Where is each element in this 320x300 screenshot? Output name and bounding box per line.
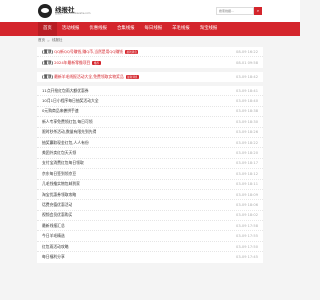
item-date: 03-09 18:17 — [236, 161, 258, 166]
pin-tag: [置顶] — [42, 74, 54, 80]
item-title-wrap: [置顶] QQ新QQ号赚钱,赚Q币,当然是用QQ赚钱 最新消息 — [42, 48, 139, 55]
item-date: 08-09 16:22 — [236, 49, 258, 54]
item-title: 2024年最新零撸项目 — [54, 59, 91, 65]
item-date: 03-09 17:50 — [236, 244, 258, 249]
item-title-wrap: [置顶] 最新羊毛线报活动大全,免费领取实物奖品 最新消息 — [42, 74, 140, 80]
item-title: 11点开抢红包雨大额优惠券 — [42, 87, 89, 93]
nav-item-taobao[interactable]: 淘宝线报 — [195, 22, 223, 36]
item-date: 03-09 18:42 — [236, 75, 258, 80]
new-badge: 最新消息 — [124, 49, 139, 54]
site-logo[interactable]: 线报社 线报社 www.xianbaoshe.com — [38, 4, 91, 18]
item-title: 几毛钱撸实物包邮到家 — [42, 181, 80, 187]
breadcrumb: 首页 > 线报社 — [0, 36, 300, 45]
new-badge: 最新消息 — [125, 75, 140, 80]
list-item[interactable]: 0元购商品来袭拼手速 03-09 18:38 — [37, 107, 263, 118]
item-title: 淘宝优惠券领取攻略 — [42, 191, 77, 197]
logo-text: 线报社 线报社 www.xianbaoshe.com — [55, 6, 91, 16]
item-title: 今日羊毛精选 — [42, 233, 65, 239]
list-item[interactable]: 10月1日小程序每日抽奖活动大全 03-09 18:40 — [37, 96, 263, 107]
new-badge: 推荐 — [92, 60, 101, 65]
item-date: 03-09 18:38 — [236, 109, 258, 114]
list-item[interactable]: 今日羊毛精选 03-09 17:55 — [37, 231, 263, 242]
pin-tag: [置顶] — [42, 59, 54, 65]
list-item[interactable]: 支付宝消费红包每日领取 03-09 18:17 — [37, 159, 263, 170]
search-icon: ⌕ — [256, 8, 260, 13]
search-input[interactable] — [216, 7, 254, 15]
pin-tag: [置顶] — [42, 48, 54, 54]
item-date: 03-09 18:30 — [236, 119, 258, 124]
search-button[interactable]: ⌕ — [254, 7, 262, 15]
item-date: 03-09 18:26 — [236, 130, 258, 135]
nav-item-wool[interactable]: 羊毛线报 — [167, 22, 195, 36]
list-item[interactable]: [置顶] 最新羊毛线报活动大全,免费领取实物奖品 最新消息 03-09 18:42 — [37, 72, 263, 82]
nav-item-activity[interactable]: 活动线报 — [57, 22, 85, 36]
pinned-list-2: [置顶] 最新羊毛线报活动大全,免费领取实物奖品 最新消息 03-09 18:42 — [37, 72, 263, 83]
search-box: ⌕ — [216, 7, 262, 15]
item-date: 08-01 09:58 — [236, 60, 258, 65]
item-date: 03-09 18:06 — [236, 202, 258, 207]
item-date: 03-09 18:41 — [236, 88, 258, 93]
list-item[interactable]: 视频会员优惠购买 03-09 18:02 — [37, 211, 263, 222]
post-list: 11点开抢红包雨大额优惠券 03-09 18:41 10月1日小程序每日抽奖活动大全… — [37, 86, 263, 263]
list-item[interactable]: 淘宝优惠券领取攻略 03-09 18:09 — [37, 190, 263, 201]
item-title: 视频会员优惠购买 — [42, 212, 73, 218]
item-date: 03-09 18:40 — [236, 99, 258, 104]
item-date: 03-09 18:20 — [236, 151, 258, 156]
list-item[interactable]: 限时秒杀活动,数量有限先到先得 03-09 18:26 — [37, 128, 263, 138]
item-title: QQ新QQ号赚钱,赚Q币,当然是用QQ赚钱 — [54, 48, 123, 54]
list-item[interactable]: 每日福利分享 03-09 17:45 — [37, 252, 263, 262]
item-title: 红包雨活动攻略 — [42, 243, 69, 249]
item-date: 03-09 18:11 — [236, 182, 258, 187]
breadcrumb-sep: > — [47, 38, 50, 43]
nav-item-collection[interactable]: 合集线报 — [112, 22, 140, 36]
item-title: 京东每日签到领京豆 — [42, 170, 77, 176]
item-title-wrap: [置顶] 2024年最新零撸项目 推荐 — [42, 60, 101, 66]
item-title: 美团外卖红包天天领 — [42, 150, 77, 156]
main-nav: 首页 活动线报 优惠线报 合集线报 每日线报 羊毛线报 淘宝线报 — [0, 22, 300, 36]
list-item[interactable]: 最新线报汇总 03-09 17:58 — [37, 221, 263, 232]
item-title: 抽奖赢取现金红包,人人有份 — [42, 139, 89, 145]
item-date: 03-09 18:22 — [236, 140, 258, 145]
item-title: 每日福利分享 — [42, 254, 65, 260]
list-item[interactable]: 话费充值优惠活动 03-09 18:06 — [37, 200, 263, 211]
item-date: 03-09 18:12 — [236, 171, 258, 176]
logo-icon — [38, 4, 52, 18]
list-item[interactable]: 红包雨活动攻略 03-09 17:50 — [37, 242, 263, 253]
item-title: 最新线报汇总 — [42, 222, 65, 228]
item-title: 话费充值优惠活动 — [42, 201, 73, 207]
list-item[interactable]: 美团外卖红包天天领 03-09 18:20 — [37, 148, 263, 159]
item-date: 03-09 17:45 — [236, 255, 258, 260]
breadcrumb-current: 线报社 — [51, 38, 63, 42]
nav-item-deals[interactable]: 优惠线报 — [84, 22, 112, 36]
item-title: 10月1日小程序每日抽奖活动大全 — [42, 98, 99, 104]
item-date: 03-09 17:58 — [236, 223, 258, 228]
page: 线报社 线报社 www.xianbaoshe.com ⌕ 首页 活动线报 优惠线… — [0, 0, 300, 300]
list-item[interactable]: 抽奖赢取现金红包,人人有份 03-09 18:22 — [37, 138, 263, 149]
item-date: 03-09 18:09 — [236, 192, 258, 197]
item-date: 03-09 17:55 — [236, 234, 258, 239]
breadcrumb-home[interactable]: 首页 — [38, 38, 45, 43]
item-title: 0元购商品来袭拼手速 — [42, 108, 79, 114]
logo-sub: 线报社 www.xianbaoshe.com — [55, 12, 91, 15]
item-title: 限时秒杀活动,数量有限先到先得 — [42, 129, 97, 135]
list-item[interactable]: 几毛钱撸实物包邮到家 03-09 18:11 — [37, 180, 263, 190]
item-title: 新人专享免费领红包,每日可领 — [42, 118, 93, 124]
nav-item-home[interactable]: 首页 — [38, 22, 57, 36]
nav-item-daily[interactable]: 每日线报 — [140, 22, 168, 36]
site-header: 线报社 线报社 www.xianbaoshe.com ⌕ — [0, 0, 300, 22]
list-item[interactable]: [置顶] QQ新QQ号赚钱,赚Q币,当然是用QQ赚钱 最新消息 08-09 16:2… — [37, 47, 263, 58]
list-item[interactable]: 新人专享免费领红包,每日可领 03-09 18:30 — [37, 117, 263, 128]
item-date: 03-09 18:02 — [236, 213, 258, 218]
pinned-list: [置顶] QQ新QQ号赚钱,赚Q币,当然是用QQ赚钱 最新消息 08-09 16:2… — [37, 47, 263, 68]
item-title: 支付宝消费红包每日领取 — [42, 160, 84, 166]
list-item[interactable]: 11点开抢红包雨大额优惠券 03-09 18:41 — [37, 86, 263, 97]
list-item[interactable]: 京东每日签到领京豆 03-09 18:12 — [37, 169, 263, 180]
list-item[interactable]: [置顶] 2024年最新零撸项目 推荐 08-01 09:58 — [37, 57, 263, 67]
item-title: 最新羊毛线报活动大全,免费领取实物奖品 — [54, 74, 124, 80]
